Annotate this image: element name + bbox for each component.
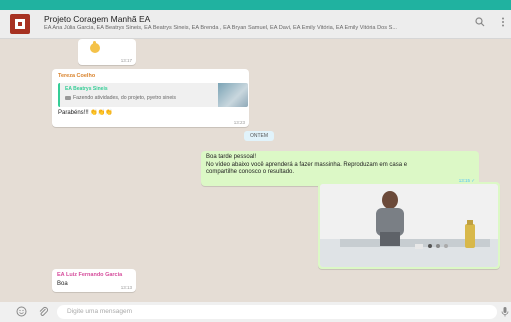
message-text: Boa: [57, 281, 68, 287]
message-line-3: compartilhe conosco o resultado.: [206, 169, 295, 175]
quoted-text-row: Fazendo atividades, do projeto, pyetro s…: [65, 95, 176, 101]
message-time: 13:17: [120, 58, 132, 63]
attach-icon[interactable]: [37, 306, 49, 318]
menu-icon[interactable]: [497, 17, 509, 29]
message-reply[interactable]: Tereza Coelho EA Beatrys Sineis Fazendo …: [52, 69, 249, 127]
message-input[interactable]: Digite uma mensagem: [57, 305, 497, 319]
group-members: EA Ana Júlia Garcia, EA Beatrys Sineis, …: [44, 25, 397, 31]
top-accent-bar: [0, 0, 511, 10]
message-input-placeholder: Digite uma mensagem: [67, 308, 133, 315]
group-avatar[interactable]: [10, 14, 30, 34]
message-incoming[interactable]: EA Luiz Fernando Garcia Boa 13:13: [52, 269, 136, 292]
emoji-icon[interactable]: [15, 306, 27, 318]
chat-area[interactable]: 13:17 Tereza Coelho EA Beatrys Sineis Fa…: [0, 39, 511, 302]
quoted-sender: EA Beatrys Sineis: [65, 86, 108, 92]
search-icon[interactable]: [474, 17, 486, 29]
message-sender: Tereza Coelho: [58, 73, 96, 79]
quoted-text: Fazendo atividades, do projeto, pyetro s…: [73, 95, 176, 101]
video-message[interactable]: [318, 182, 500, 269]
message-sender: EA Luiz Fernando Garcia: [57, 272, 123, 278]
message-time: 13:13: [120, 285, 132, 290]
message-outgoing[interactable]: Boa tarde pessoal! No vídeo abaixo você …: [201, 151, 479, 186]
image-icon: [65, 95, 71, 100]
message-time: 13:23: [233, 120, 245, 125]
clap-emoji-icon: [88, 40, 102, 54]
message-line-1: Boa tarde pessoal!: [206, 154, 257, 160]
quoted-message[interactable]: EA Beatrys Sineis Fazendo atividades, do…: [58, 83, 248, 107]
quoted-thumbnail: [218, 83, 248, 107]
message-text: Parabéns!!! 👏👏👏: [58, 110, 113, 116]
date-separator: ONTEM: [244, 131, 274, 141]
video-thumbnail[interactable]: [320, 184, 498, 267]
mic-icon[interactable]: [499, 306, 511, 318]
message-emoji[interactable]: 13:17: [78, 39, 136, 65]
chat-header[interactable]: Projeto Coragem Manhã EA EA Ana Júlia Ga…: [0, 10, 511, 39]
message-line-2: No vídeo abaixo você aprenderá a fazer m…: [206, 161, 408, 168]
group-title: Projeto Coragem Manhã EA: [44, 14, 151, 24]
